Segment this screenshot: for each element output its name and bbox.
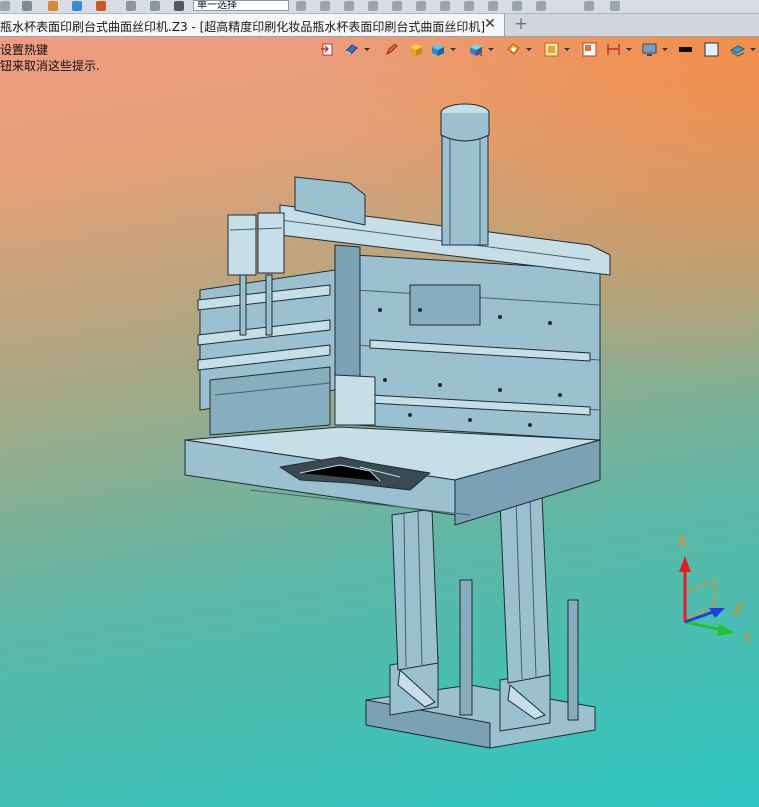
solid-button[interactable] [428,40,456,60]
render-mode-button[interactable] [342,40,370,60]
color-white-button[interactable] [702,40,720,60]
toolbar-line-icon[interactable] [392,1,402,11]
view-box-icon [470,44,483,57]
y-axis-line [684,620,724,632]
right-leg [499,496,551,684]
machine-model[interactable] [170,95,630,760]
toolbar-pick2-icon[interactable] [320,1,330,11]
exit-view-icon [321,43,333,56]
pencil-icon [386,43,398,56]
layer-button[interactable] [728,40,756,60]
toolbar-undo-icon[interactable] [126,1,136,11]
section-icon [507,43,520,55]
dimension-button[interactable] [604,40,632,60]
toolbar-settings-icon[interactable] [584,1,594,11]
toolbar-trim-icon[interactable] [512,1,522,11]
toolbar-snap-icon[interactable] [368,1,378,11]
solid-box-icon [432,44,444,56]
document-tab[interactable]: 瓶水杯表面印刷台式曲面丝印机.Z3 - [超高精度印刷化妆品瓶水杯表面印刷台式曲… [0,14,505,36]
display-icon [642,43,657,56]
new-tab-button[interactable]: + [512,15,530,33]
y-axis-label: Y [742,631,752,647]
shaded-box-icon [410,44,422,56]
shaded-button[interactable] [406,40,424,60]
dimension-icon [607,44,620,55]
toolbar-list-icon[interactable] [22,1,32,11]
view-box-button[interactable] [466,40,494,60]
document-tab-title: 瓶水杯表面印刷台式曲面丝印机.Z3 - [超高精度印刷化妆品瓶水杯表面印刷台式曲… [0,20,485,34]
render-mode-icon [345,44,358,55]
toolbar-save-icon[interactable] [72,1,82,11]
toolbar-pick3-icon[interactable] [344,1,354,11]
toolbar-poly-icon[interactable] [464,1,474,11]
toolbar-extend-icon[interactable] [536,1,546,11]
z-axis-label: Z [733,602,743,618]
display-button[interactable] [640,40,668,60]
sketch-button[interactable] [382,40,400,60]
hint-line-2: 钮来取消这些提示. [0,59,100,73]
left-leg [391,508,439,671]
document-tab-bar: 瓶水杯表面印刷台式曲面丝印机.Z3 - [超高精度印刷化妆品瓶水杯表面印刷台式曲… [0,14,759,37]
toolbar-help-icon[interactable] [610,1,620,11]
exit-view-button[interactable] [318,40,336,60]
close-tab-icon[interactable]: ✕ [482,16,498,32]
hint-line-1: 设置热键 [0,43,49,57]
x-axis-label: X [677,534,687,550]
frame-button[interactable] [580,40,598,60]
selection-filter-dropdown[interactable]: 单一选择 [193,0,289,11]
view-toolbar [318,40,759,60]
toolbar-arrow-icon[interactable] [0,1,10,11]
color-white-icon [704,42,719,57]
fit-view-icon [544,42,559,57]
toolbar-arc-icon[interactable] [416,1,426,11]
fit-view-button[interactable] [542,40,570,60]
toolbar-pick-icon[interactable] [296,1,306,11]
color-black-icon [679,47,692,52]
toolbar-print-icon[interactable] [96,1,106,11]
toolbar-pin-icon[interactable] [150,1,160,11]
toolbar-circle-icon[interactable] [440,1,450,11]
color-black-button[interactable] [676,40,694,60]
section-button[interactable] [504,40,532,60]
toolbar-point-icon[interactable] [488,1,498,11]
frame-icon [582,42,597,57]
layer-icon [730,45,745,57]
toolbar-color-icon[interactable] [48,1,58,11]
top-toolbar: 单一选择 [0,0,759,14]
axis-triad: X Z Y [677,534,752,647]
toolbar-filter-icon[interactable] [174,1,184,11]
